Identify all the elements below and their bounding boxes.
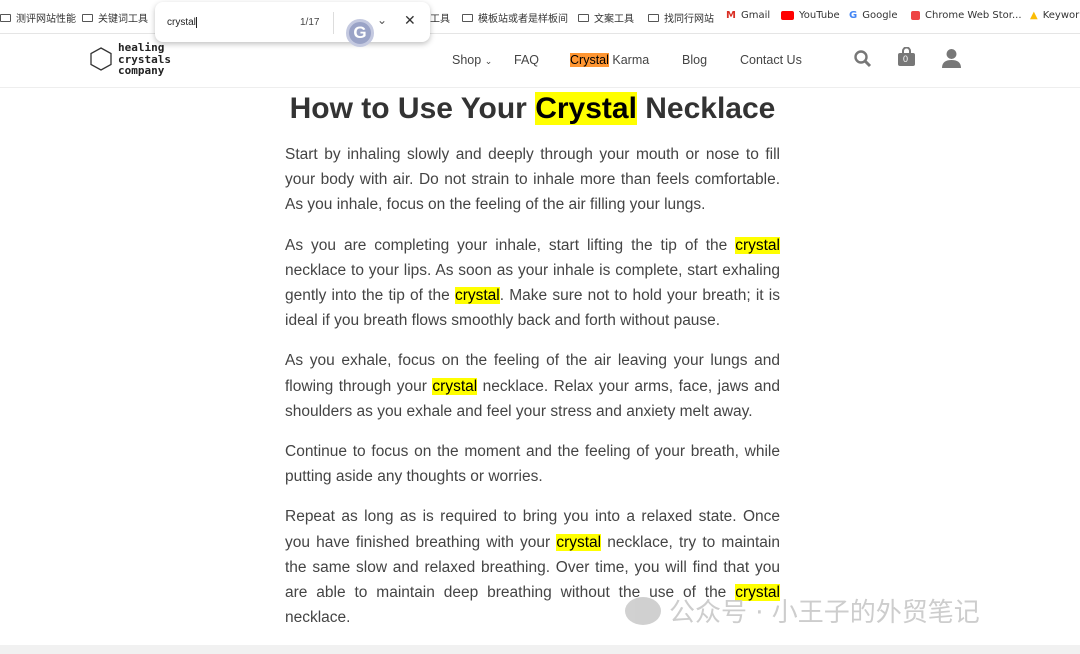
folder-icon: [0, 13, 11, 22]
bookmark-label: 关键词工具: [98, 14, 148, 25]
bookmark[interactable]: M Gmail: [726, 10, 770, 21]
article-title: How to Use Your Crystal Necklace: [289, 92, 776, 125]
user-icon[interactable]: [941, 48, 962, 68]
chrome-web-store-icon: [911, 11, 920, 20]
footer-band: [0, 645, 1080, 654]
find-highlight: crystal: [735, 236, 780, 254]
bookmark[interactable]: 关键词工具: [82, 10, 148, 25]
nav-label: Karma: [608, 53, 650, 67]
site-header: healing crystals company Shop ⌄ FAQ Crysta…: [0, 34, 1080, 88]
bookmark[interactable]: 文案工具: [578, 10, 634, 25]
paragraph: Start by inhaling slowly and deeply thro…: [285, 146, 780, 214]
paragraph: As you are completing your inhale, start…: [285, 236, 780, 330]
logo[interactable]: healing crystals company: [90, 42, 171, 77]
find-highlight-active: Crystal: [570, 53, 609, 67]
find-highlight: Crystal: [535, 92, 637, 125]
logo-text: healing: [118, 41, 165, 54]
nav-shop[interactable]: Shop ⌄: [452, 53, 492, 67]
nav-label: Shop: [452, 53, 482, 67]
bookmark[interactable]: 找同行网站: [648, 10, 714, 25]
close-find-button[interactable]: ✕: [404, 12, 416, 29]
bookmark-label: 工具: [430, 14, 450, 25]
bookmark-label: Chrome Web Stor...: [925, 10, 1022, 21]
google-icon: G: [849, 10, 858, 21]
bookmark[interactable]: G Google: [849, 10, 897, 21]
folder-icon: [578, 13, 589, 22]
search-icon[interactable]: [854, 50, 872, 68]
cart-count: 0: [903, 54, 909, 64]
bookmark[interactable]: 测评网站性能: [0, 10, 76, 25]
find-bar: crystal 1/17 G ⌄ ✕: [155, 2, 430, 47]
find-highlight: crystal: [556, 533, 602, 551]
folder-icon: [462, 13, 473, 22]
paragraph: As you exhale, focus on the feeling of t…: [285, 352, 781, 420]
grammarly-icon[interactable]: G: [346, 19, 374, 47]
paragraph: Continue to focus on the moment and the …: [285, 443, 780, 486]
logo-text: company: [118, 64, 165, 77]
folder-icon: [82, 13, 93, 22]
nav-faq[interactable]: FAQ: [514, 53, 539, 67]
cart-button[interactable]: 0: [897, 46, 916, 67]
find-highlight: crystal: [454, 287, 500, 305]
google-ads-icon: ▲: [1030, 10, 1038, 21]
nav-blog[interactable]: Blog: [682, 53, 707, 67]
bookmark-label: Gmail: [740, 10, 771, 21]
bookmark-label: Keywor: [1042, 10, 1080, 21]
bookmark[interactable]: ▲ Keywor: [1030, 10, 1079, 21]
folder-icon: [648, 13, 659, 22]
bookmark-label: 找同行网站: [664, 14, 714, 25]
article: How to Use Your Crystal Necklace Start b…: [285, 90, 780, 630]
hexagon-logo-icon: [90, 47, 112, 71]
nav-crystal-karma[interactable]: Crystal Karma: [570, 53, 649, 67]
nav-contact[interactable]: Contact Us: [740, 53, 802, 67]
bookmark[interactable]: 模板站或者是样板间: [462, 10, 568, 25]
next-match-button[interactable]: ⌄: [377, 13, 387, 27]
watermark-text: 公众号 · 小王子的外贸笔记: [669, 598, 980, 628]
wechat-icon: [625, 596, 661, 625]
bookmark-label: 模板站或者是样板间: [478, 14, 568, 25]
bookmark-label: 文案工具: [594, 14, 634, 25]
bookmark-label: YouTube: [799, 10, 840, 21]
gmail-icon: M: [726, 10, 736, 21]
find-highlight: crystal: [432, 377, 478, 395]
youtube-icon: [781, 11, 794, 20]
bookmark-label: Google: [862, 10, 898, 21]
bookmark[interactable]: YouTube: [781, 10, 840, 21]
find-match-count: 1/17: [300, 17, 320, 28]
watermark: 公众号 · 小王子的外贸笔记: [625, 592, 980, 629]
find-input[interactable]: crystal: [167, 17, 197, 28]
bookmark[interactable]: Chrome Web Stor...: [911, 10, 1022, 21]
divider: [333, 12, 334, 34]
chevron-down-icon: ⌄: [484, 56, 493, 66]
bookmark-label: 测评网站性能: [16, 14, 76, 25]
